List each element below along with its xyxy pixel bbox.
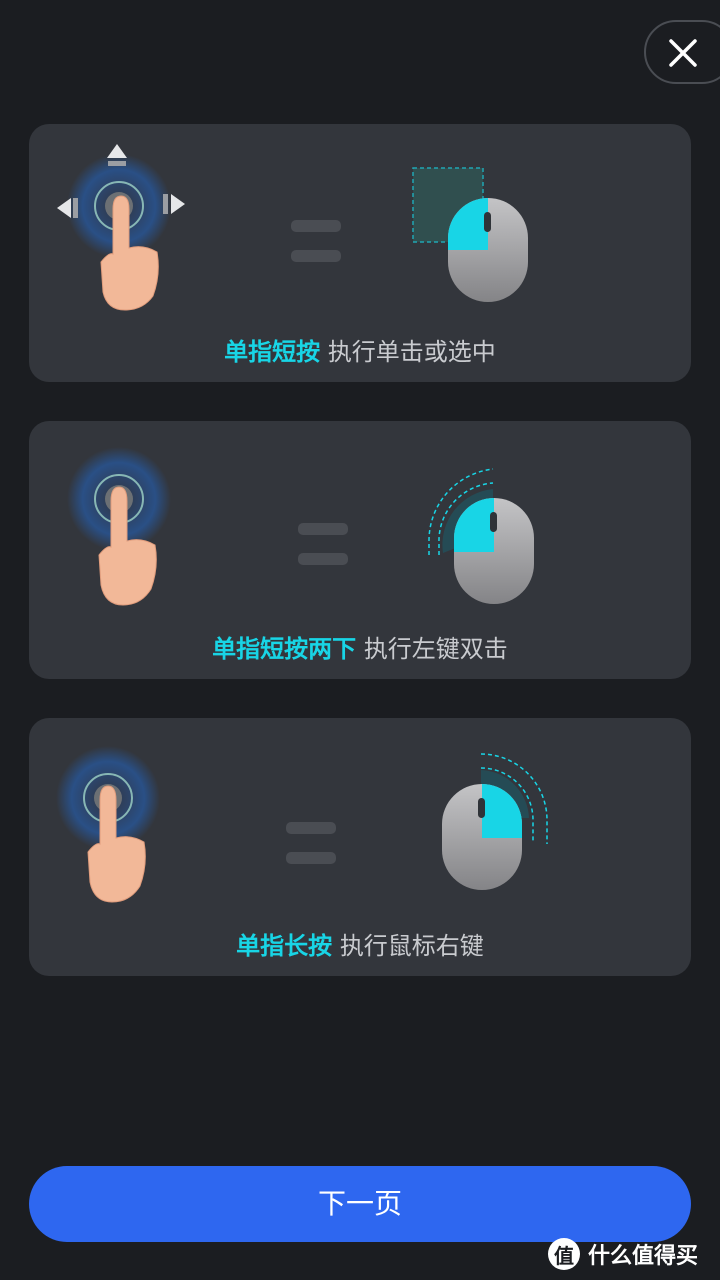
left-double-click-icon [428, 468, 534, 604]
gesture-name: 单指长按 [236, 932, 333, 960]
watermark-text: 什么值得买 [588, 1244, 699, 1269]
gesture-caption: 单指短按两下 执行左键双击 [29, 629, 691, 664]
gesture-action: 执行鼠标右键 [339, 932, 484, 960]
watermark-logo: 值 [548, 1238, 580, 1270]
gesture-card-double-tap: 单指短按两下 执行左键双击 [29, 421, 691, 679]
double-tap-icon [67, 447, 171, 606]
right-click-icon [442, 753, 548, 890]
tap-with-arrows-icon [57, 144, 185, 311]
equals-icon [298, 523, 348, 565]
left-click-select-icon [412, 167, 528, 302]
gesture-card-long-press: 单指长按 执行鼠标右键 [29, 718, 691, 976]
watermark: 值 什么值得买 [548, 1236, 698, 1272]
equals-icon [291, 220, 341, 262]
close-button[interactable] [644, 20, 720, 84]
gesture-name: 单指短按两下 [212, 635, 357, 663]
gesture-action: 执行左键双击 [363, 635, 508, 663]
next-page-button[interactable]: 下一页 [29, 1166, 691, 1242]
gesture-action: 执行单击或选中 [327, 338, 496, 366]
equals-icon [286, 822, 336, 864]
gesture-card-single-tap: 单指短按 执行单击或选中 [29, 124, 691, 382]
gesture-name: 单指短按 [224, 338, 321, 366]
long-press-icon [56, 746, 160, 903]
gesture-caption: 单指短按 执行单击或选中 [29, 332, 691, 367]
close-icon [669, 39, 697, 67]
gesture-caption: 单指长按 执行鼠标右键 [29, 926, 691, 961]
